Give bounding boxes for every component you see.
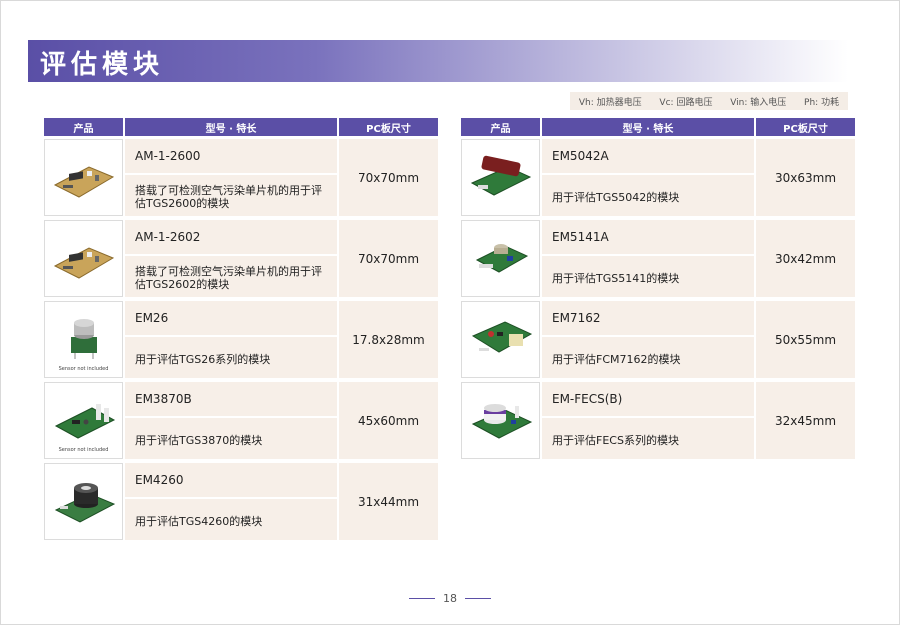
header-size: PC板尺寸: [339, 118, 438, 136]
model-name: EM3870B: [125, 382, 337, 418]
table-row: AM-1-2602 搭载了可检测空气污染单片机的用于评估TGS2602的模块 7…: [44, 220, 438, 297]
green-pcb-icon: [470, 155, 531, 196]
table-row: EM5141A 用于评估TGS5141的模块 30x42mm: [461, 220, 855, 297]
green-pcb-icon: [54, 482, 115, 523]
legend-bar: Vh: 加热器电压 Vc: 回路电压 Vin: 输入电压 Ph: 功耗: [570, 92, 848, 110]
pcb-size: 30x42mm: [756, 220, 855, 297]
tan-pcb-icon: [53, 165, 114, 198]
feature-text: 用于评估TGS5141的模块: [542, 256, 754, 297]
model-feature-cell: EM26 用于评估TGS26系列的模块: [125, 301, 337, 378]
product-image: [44, 139, 123, 216]
pcb-size: 45x60mm: [339, 382, 438, 459]
model-feature-cell: EM5042A 用于评估TGS5042的模块: [542, 139, 754, 216]
model-feature-cell: AM-1-2600 搭载了可检测空气污染单片机的用于评估TGS2600的模块: [125, 139, 337, 216]
product-image: [461, 382, 540, 459]
pcb-size: 70x70mm: [339, 220, 438, 297]
header-product: 产品: [461, 118, 540, 136]
model-name: AM-1-2600: [125, 139, 337, 175]
model-feature-cell: EM4260 用于评估TGS4260的模块: [125, 463, 337, 540]
model-name: EM26: [125, 301, 337, 337]
feature-text: 用于评估FCM7162的模块: [542, 337, 754, 378]
product-image: [461, 139, 540, 216]
model-name: EM5042A: [542, 139, 754, 175]
model-name: AM-1-2602: [125, 220, 337, 256]
feature-text: 用于评估TGS5042的模块: [542, 175, 754, 216]
table-header: 产品 型号 · 特长 PC板尺寸: [461, 118, 855, 136]
legend-item: Vc: 回路电压: [659, 97, 713, 108]
left-product-table: 产品 型号 · 特长 PC板尺寸 AM-1-2600 搭载了可检测空气污染单片机…: [44, 118, 438, 544]
table-row: AM-1-2600 搭载了可检测空气污染单片机的用于评估TGS2600的模块 7…: [44, 139, 438, 216]
table-row: Sensor not included EM26 用于评估TGS26系列的模块 …: [44, 301, 438, 378]
table-row: EM7162 用于评估FCM7162的模块 50x55mm: [461, 301, 855, 378]
pcb-size: 17.8x28mm: [339, 301, 438, 378]
table-row: EM4260 用于评估TGS4260的模块 31x44mm: [44, 463, 438, 540]
table-header: 产品 型号 · 特长 PC板尺寸: [44, 118, 438, 136]
feature-text: 搭载了可检测空气污染单片机的用于评估TGS2600的模块: [125, 175, 337, 216]
header-size: PC板尺寸: [756, 118, 855, 136]
image-caption: Sensor not included: [58, 366, 109, 372]
product-image: Sensor not included: [44, 382, 123, 459]
model-name: EM-FECS(B): [542, 382, 754, 418]
model-name: EM7162: [542, 301, 754, 337]
pcb-size: 50x55mm: [756, 301, 855, 378]
footer-rule: [465, 598, 491, 599]
page-number: 18: [443, 592, 457, 605]
table-row: EM-FECS(B) 用于评估FECS系列的模块 32x45mm: [461, 382, 855, 459]
product-image: [44, 463, 123, 540]
legend-item: Ph: 功耗: [804, 97, 840, 108]
legend-item: Vin: 输入电压: [730, 97, 787, 108]
green-pcb-icon: [54, 403, 115, 439]
sensor-module-icon: [70, 318, 97, 359]
table-row: EM5042A 用于评估TGS5042的模块 30x63mm: [461, 139, 855, 216]
model-name: EM5141A: [542, 220, 754, 256]
product-image: [44, 220, 123, 297]
page-footer: 18: [0, 592, 900, 605]
header-product: 产品: [44, 118, 123, 136]
pcb-size: 31x44mm: [339, 463, 438, 540]
legend-item: Vh: 加热器电压: [578, 97, 642, 108]
table-row: Sensor not included EM3870B 用于评估TGS3870的…: [44, 382, 438, 459]
model-feature-cell: EM5141A 用于评估TGS5141的模块: [542, 220, 754, 297]
green-pcb-icon: [471, 403, 532, 439]
right-product-table: 产品 型号 · 特长 PC板尺寸 EM5042A 用于评估TGS5042的模块 …: [461, 118, 855, 463]
tan-pcb-icon: [53, 246, 114, 279]
feature-text: 用于评估TGS3870的模块: [125, 418, 337, 459]
model-name: EM4260: [125, 463, 337, 499]
pcb-size: 32x45mm: [756, 382, 855, 459]
footer-rule: [409, 598, 435, 599]
title-band: 评估模块: [28, 40, 848, 82]
feature-text: 用于评估TGS26系列的模块: [125, 337, 337, 378]
product-image: [461, 220, 540, 297]
model-feature-cell: AM-1-2602 搭载了可检测空气污染单片机的用于评估TGS2602的模块: [125, 220, 337, 297]
page-title: 评估模块: [40, 50, 165, 80]
feature-text: 搭载了可检测空气污染单片机的用于评估TGS2602的模块: [125, 256, 337, 297]
header-model: 型号 · 特长: [542, 118, 754, 136]
feature-text: 用于评估TGS4260的模块: [125, 499, 337, 540]
product-image: Sensor not included: [44, 301, 123, 378]
model-feature-cell: EM3870B 用于评估TGS3870的模块: [125, 382, 337, 459]
image-caption: Sensor not included: [58, 447, 109, 453]
product-image: [461, 301, 540, 378]
model-feature-cell: EM-FECS(B) 用于评估FECS系列的模块: [542, 382, 754, 459]
pcb-size: 30x63mm: [756, 139, 855, 216]
pcb-size: 70x70mm: [339, 139, 438, 216]
header-model: 型号 · 特长: [125, 118, 337, 136]
feature-text: 用于评估FECS系列的模块: [542, 418, 754, 459]
green-pcb-icon: [471, 320, 532, 353]
green-pcb-icon: [475, 243, 528, 273]
model-feature-cell: EM7162 用于评估FCM7162的模块: [542, 301, 754, 378]
